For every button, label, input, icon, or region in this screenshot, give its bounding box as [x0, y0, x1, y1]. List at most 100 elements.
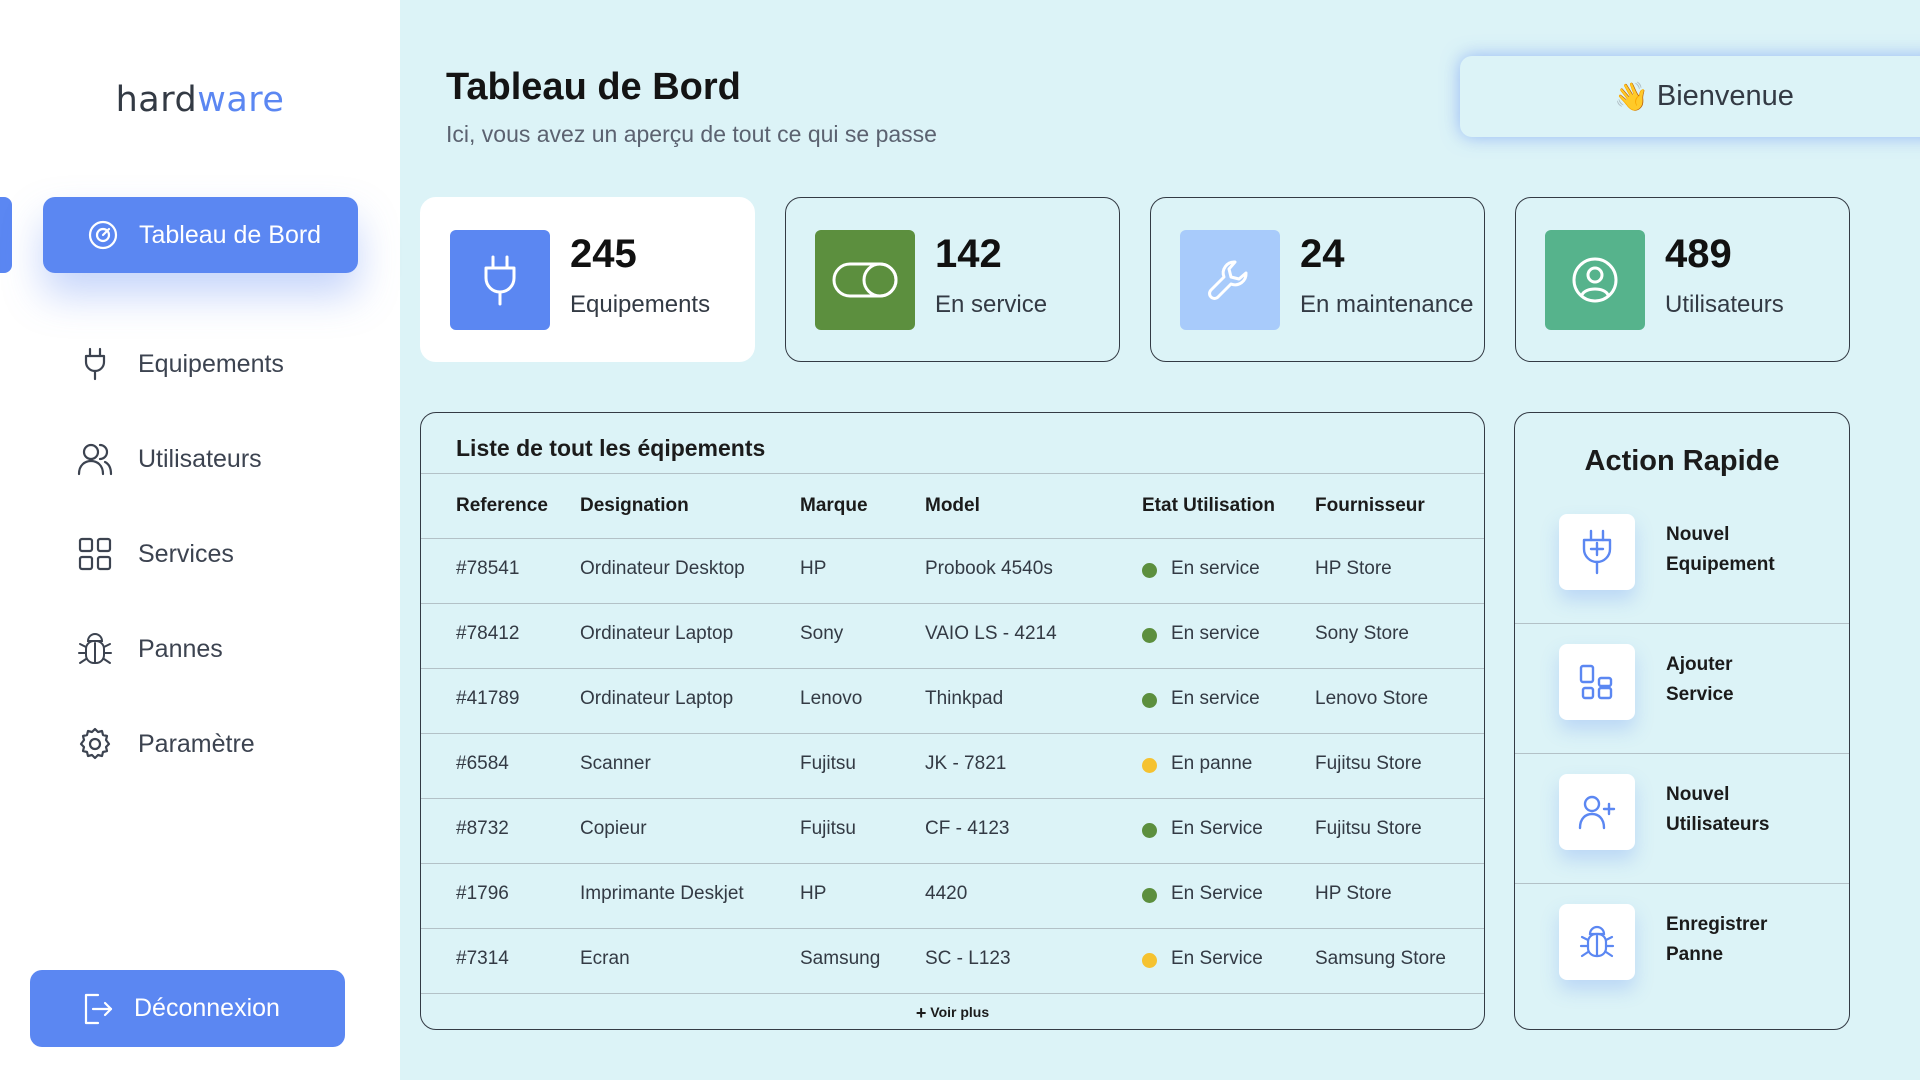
stat-card-equipements[interactable]: 245 Equipements: [420, 197, 755, 362]
cell-etat: En Service: [1171, 883, 1263, 904]
sidebar-item-dashboard[interactable]: Tableau de Bord: [43, 197, 358, 273]
action-label-line2: Equipement: [1666, 554, 1775, 575]
cell-model: 4420: [925, 883, 968, 904]
page-title: Tableau de Bord: [446, 66, 741, 108]
plus-icon: +: [915, 1003, 927, 1023]
status-dot: [1142, 888, 1157, 903]
cell-designation: Imprimante Deskjet: [580, 883, 744, 904]
table-row[interactable]: #8732 Copieur Fujitsu CF - 4123 En Service Fu…: [421, 798, 1484, 863]
column-header-model: Model: [925, 495, 980, 516]
cell-marque: Samsung: [800, 948, 881, 969]
cell-reference: #78412: [456, 623, 520, 644]
cell-model: JK - 7821: [925, 753, 1007, 774]
dashboard-icon: [87, 219, 119, 251]
stat-value: 24: [1300, 232, 1345, 276]
stat-card-en-service[interactable]: 142 En service: [785, 197, 1120, 362]
bug-icon: [1559, 904, 1635, 980]
cell-designation: Ordinateur Laptop: [580, 623, 734, 644]
cell-marque: Fujitsu: [800, 753, 856, 774]
sidebar-item-label: Pannes: [138, 634, 223, 663]
cell-model: Thinkpad: [925, 688, 1004, 709]
row-divider: [421, 863, 1484, 864]
quick-actions-title: Action Rapide: [1584, 445, 1780, 477]
quick-actions-panel: Action Rapide Nouvel Equipement Ajouter …: [1514, 412, 1850, 1030]
sidebar-item-parametre[interactable]: Paramètre: [76, 720, 376, 768]
sidebar-item-utilisateurs[interactable]: Utilisateurs: [76, 435, 376, 483]
cell-reference: #7314: [456, 948, 509, 969]
column-header-etat: Etat Utilisation: [1142, 495, 1276, 516]
cell-fournisseur: Fujitsu Store: [1315, 818, 1422, 839]
table-row[interactable]: #6584 Scanner Fujitsu JK - 7821 En panne Fuji…: [421, 733, 1484, 798]
divider: [421, 473, 1484, 474]
table-row[interactable]: #1796 Imprimante Deskjet HP 4420 En Service H…: [421, 863, 1484, 928]
sidebar-item-pannes[interactable]: Pannes: [76, 625, 376, 673]
action-label-line1: Ajouter: [1666, 654, 1733, 675]
cell-model: VAIO LS - 4214: [925, 623, 1057, 644]
users-icon: [76, 440, 114, 478]
cell-reference: #1796: [456, 883, 509, 904]
cell-etat: En service: [1171, 623, 1260, 644]
active-indicator: [0, 197, 12, 273]
cell-fournisseur: Sony Store: [1315, 623, 1409, 644]
column-header-reference: Reference: [456, 495, 548, 516]
cell-etat: En service: [1171, 688, 1260, 709]
cell-reference: #41789: [456, 688, 520, 709]
cell-etat: En Service: [1171, 818, 1263, 839]
table-row[interactable]: #78541 Ordinateur Desktop HP Probook 4540s E…: [421, 538, 1484, 603]
row-divider: [421, 993, 1484, 994]
cell-model: Probook 4540s: [925, 558, 1053, 579]
table-title: Liste de tout les éqipements: [456, 435, 766, 461]
equipment-table: Liste de tout les éqipements Reference D…: [420, 412, 1485, 1030]
table-row[interactable]: #41789 Ordinateur Laptop Lenovo Thinkpad En …: [421, 668, 1484, 733]
logout-label: Déconnexion: [134, 994, 280, 1022]
cell-designation: Ecran: [580, 948, 630, 969]
brand-logo: hardware: [115, 80, 285, 120]
table-row[interactable]: #7314 Ecran Samsung SC - L123 En Service Sams…: [421, 928, 1484, 993]
stat-card-utilisateurs[interactable]: 489 Utilisateurs: [1515, 197, 1850, 362]
cell-etat: En panne: [1171, 753, 1253, 774]
user-plus-icon: [1559, 774, 1635, 850]
row-divider: [421, 538, 1484, 539]
sidebar-item-label: Services: [138, 539, 234, 568]
stat-label: En maintenance: [1300, 291, 1474, 318]
stat-label: En service: [935, 291, 1048, 318]
user-circle-icon: [1545, 230, 1645, 330]
row-divider: [421, 603, 1484, 604]
voir-plus-label: Voir plus: [930, 1004, 990, 1020]
waving-hand-icon: 👋: [1614, 81, 1649, 112]
cell-model: SC - L123: [925, 948, 1011, 969]
action-nouvel-utilisateurs[interactable]: Nouvel Utilisateurs: [1515, 748, 1849, 878]
cell-reference: #78541: [456, 558, 520, 579]
status-dot: [1142, 953, 1157, 968]
sidebar-item-services[interactable]: Services: [76, 530, 376, 578]
stat-value: 245: [570, 232, 637, 276]
table-row[interactable]: #78412 Ordinateur Laptop Sony VAIO LS - 421…: [421, 603, 1484, 668]
action-label-line2: Utilisateurs: [1666, 814, 1770, 835]
sidebar-item-equipements[interactable]: Equipements: [76, 340, 376, 388]
cell-designation: Ordinateur Laptop: [580, 688, 734, 709]
stat-card-en-maintenance[interactable]: 24 En maintenance: [1150, 197, 1485, 362]
stat-label: Equipements: [570, 291, 711, 318]
plug-icon: [76, 345, 114, 383]
logout-button[interactable]: Déconnexion: [30, 970, 345, 1047]
cell-fournisseur: Lenovo Store: [1315, 688, 1429, 709]
voir-plus-link[interactable]: + Voir plus: [421, 1003, 1484, 1024]
action-nouvel-equipement[interactable]: Nouvel Equipement: [1515, 488, 1849, 618]
action-ajouter-service[interactable]: Ajouter Service: [1515, 618, 1849, 748]
plug-plus-icon: [1559, 514, 1635, 590]
cell-marque: Lenovo: [800, 688, 863, 709]
action-label-line1: Nouvel: [1666, 524, 1730, 545]
cell-fournisseur: Fujitsu Store: [1315, 753, 1422, 774]
sidebar-item-label: Tableau de Bord: [139, 220, 322, 249]
cell-marque: HP: [800, 558, 827, 579]
cell-fournisseur: HP Store: [1315, 558, 1392, 579]
cell-marque: HP: [800, 883, 827, 904]
action-enregistrer-panne[interactable]: Enregistrer Panne: [1515, 878, 1849, 1008]
cell-designation: Copieur: [580, 818, 647, 839]
wrench-icon: [1180, 230, 1280, 330]
cell-etat: En Service: [1171, 948, 1263, 969]
row-divider: [421, 668, 1484, 669]
sidebar-item-label: Paramètre: [138, 729, 255, 758]
status-dot: [1142, 823, 1157, 838]
column-header-fournisseur: Fournisseur: [1315, 495, 1425, 516]
